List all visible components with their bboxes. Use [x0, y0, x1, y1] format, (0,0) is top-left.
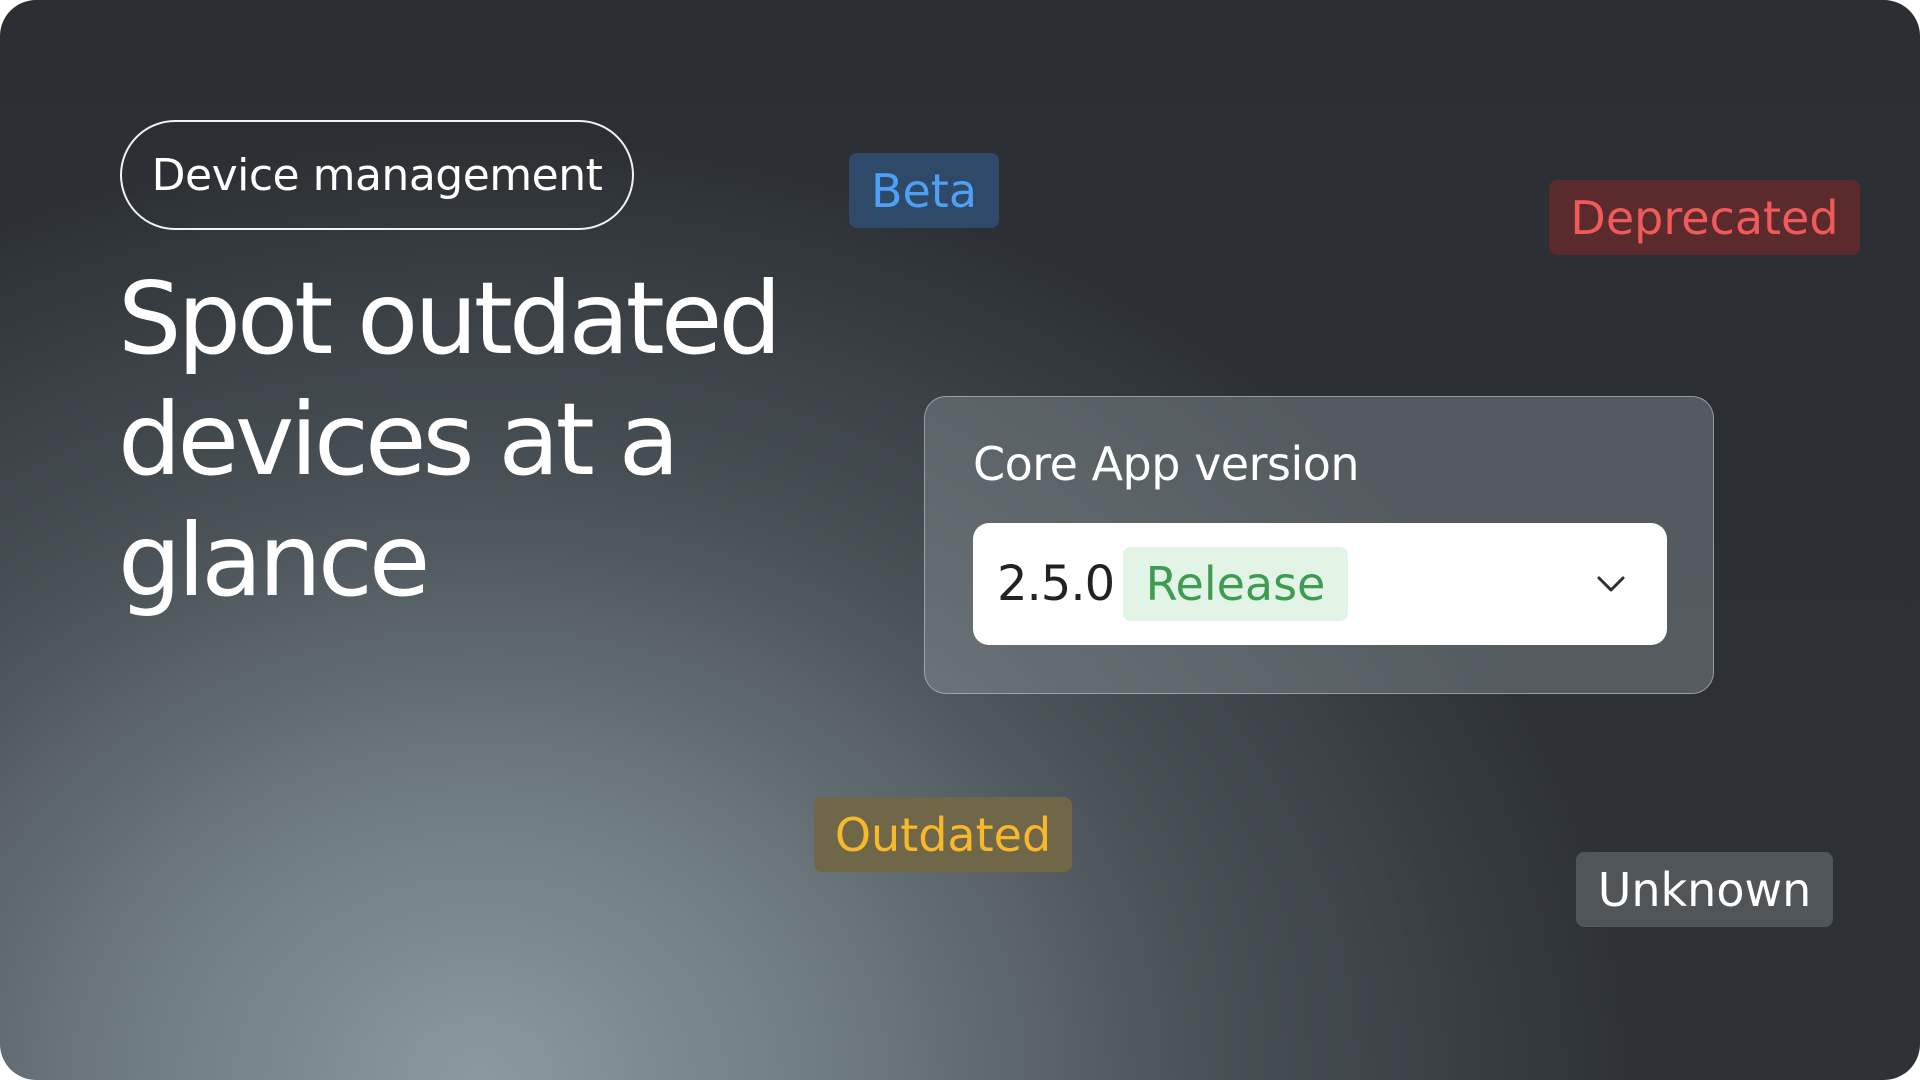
unknown-tag: Unknown [1576, 852, 1833, 927]
category-pill: Device management [120, 120, 634, 230]
hero-banner: Device management Spot outdated devices … [0, 0, 1920, 1080]
version-card: Core App version 2.5.0 Release [924, 396, 1714, 694]
version-select[interactable]: 2.5.0 Release [973, 523, 1667, 645]
chevron-down-icon[interactable] [1593, 566, 1629, 602]
category-pill-label: Device management [151, 149, 603, 201]
version-value: 2.5.0 [997, 556, 1115, 612]
release-badge: Release [1123, 547, 1348, 621]
version-label: Core App version [973, 437, 1360, 491]
outdated-tag: Outdated [814, 797, 1072, 872]
beta-tag: Beta [849, 153, 999, 228]
deprecated-tag: Deprecated [1549, 180, 1860, 255]
headline: Spot outdated devices at a glance [118, 260, 782, 619]
